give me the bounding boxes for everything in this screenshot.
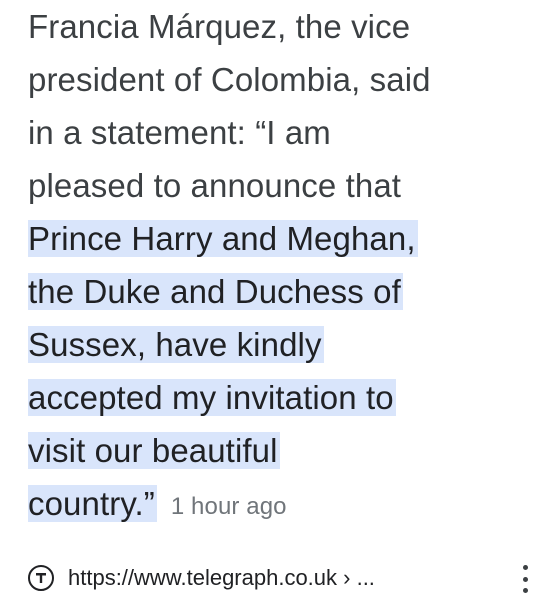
highlighted-text: the Duke and Duchess of — [28, 273, 403, 310]
source-link[interactable]: https://www.telegraph.co.uk › ... — [28, 560, 528, 596]
highlighted-text: country.” — [28, 485, 157, 522]
snippet-line-1: Francia Márquez, the vice — [28, 8, 411, 45]
menu-dot — [522, 565, 528, 570]
menu-dot — [522, 588, 528, 593]
snippet-highlight-line-6: country.” 1 hour ago — [28, 477, 528, 530]
snippet-line-3: in a statement: “I am — [28, 114, 331, 151]
snippet-timestamp: 1 hour ago — [170, 493, 287, 520]
source-url[interactable]: https://www.telegraph.co.uk › ... — [68, 565, 375, 591]
highlighted-text: Sussex, have kindly — [28, 326, 324, 363]
snippet-line-4: pleased to announce that — [28, 167, 402, 204]
highlighted-text: accepted my invitation to — [28, 379, 396, 416]
snippet-highlight-line-2: the Duke and Duchess of — [28, 265, 528, 318]
snippet-highlight-line-4: accepted my invitation to — [28, 371, 528, 424]
highlighted-text: Prince Harry and Meghan, — [28, 220, 418, 257]
snippet-line-2: president of Colombia, said — [28, 61, 431, 98]
more-vert-icon[interactable] — [519, 565, 531, 593]
highlighted-text: visit our beautiful — [28, 432, 280, 469]
menu-dot — [522, 576, 528, 582]
snippet-highlight-line-1: Prince Harry and Meghan, — [28, 212, 528, 265]
telegraph-logo-icon — [28, 565, 54, 591]
snippet-highlight-line-5: visit our beautiful — [28, 424, 528, 477]
featured-snippet: Francia Márquez, the vice president of C… — [28, 0, 528, 530]
snippet-highlight-line-3: Sussex, have kindly — [28, 318, 528, 371]
